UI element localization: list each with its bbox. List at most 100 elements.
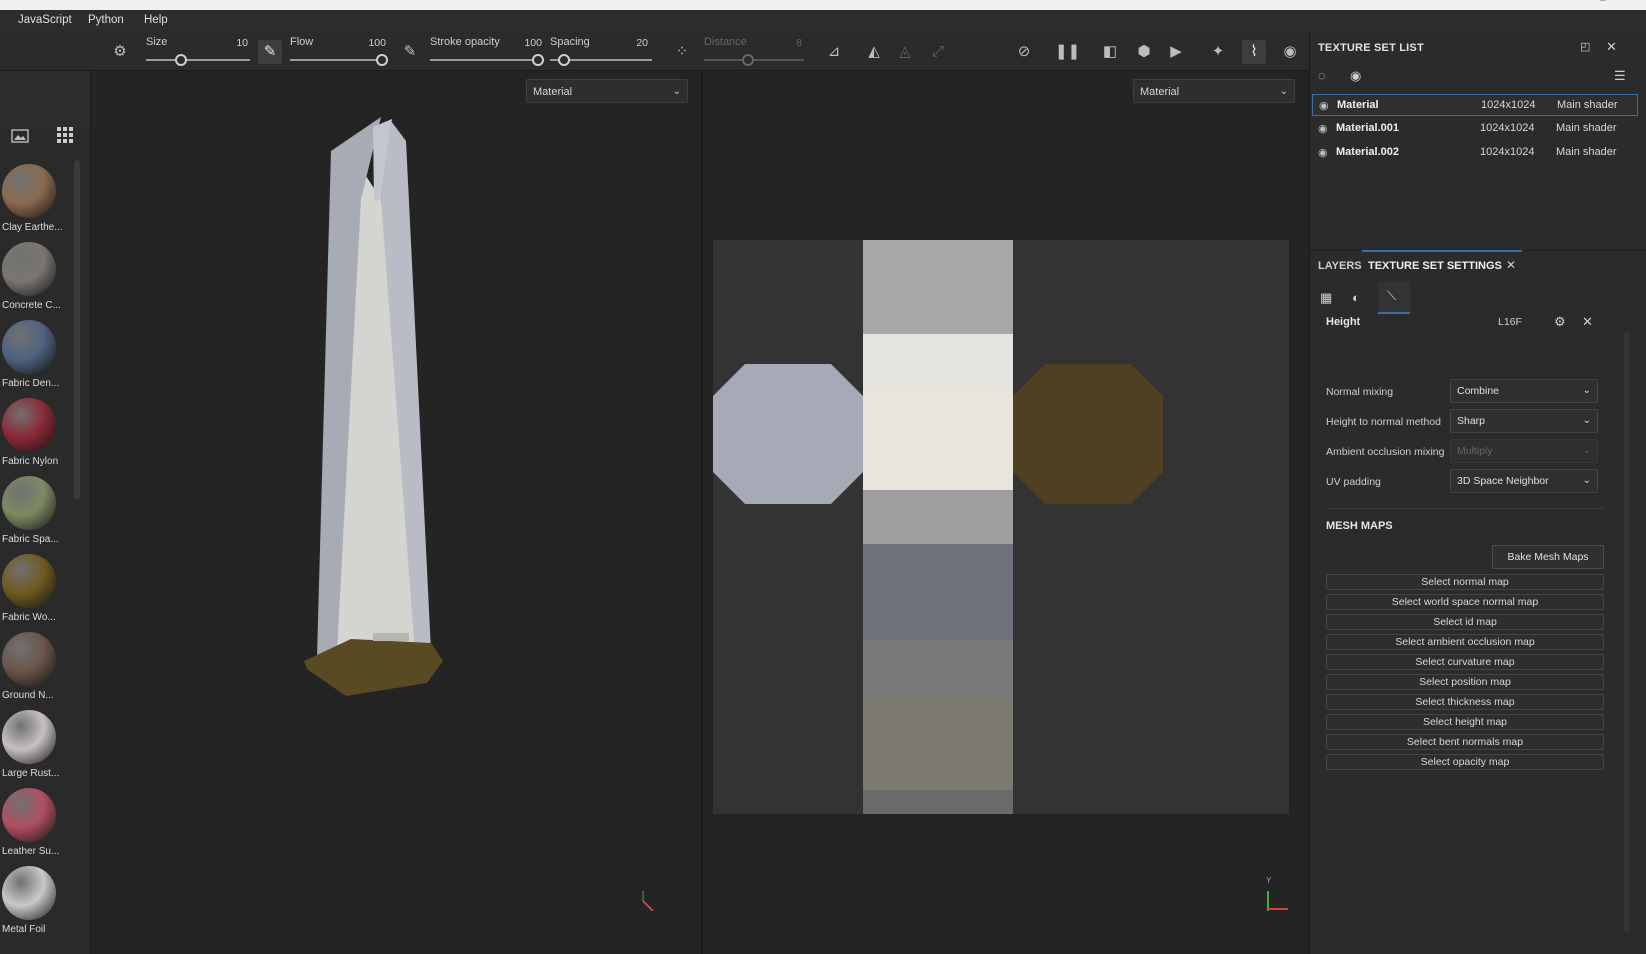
stroke-pen-icon[interactable]: ✎	[398, 40, 422, 64]
material-thumbnail[interactable]	[2, 398, 56, 452]
chevron-down-icon: ⌄	[1582, 415, 1591, 426]
flow-value[interactable]: 100	[356, 37, 386, 49]
transform-icon[interactable]: ⤢	[926, 40, 950, 64]
display-mode-icon[interactable]: ⬢	[1132, 40, 1156, 64]
eye-icon[interactable]: ◉	[1319, 99, 1329, 112]
height-to-normal-select[interactable]: Sharp ⌄	[1450, 409, 1598, 433]
mesh-map-select-button[interactable]: Select world space normal map	[1326, 594, 1604, 610]
image-icon[interactable]	[11, 128, 29, 147]
shelf-scrollbar[interactable]	[74, 160, 80, 500]
uv-tab-selected[interactable]: ⟍	[1378, 282, 1410, 314]
material-thumbnail[interactable]	[2, 320, 56, 374]
spacing-slider-handle[interactable]	[558, 54, 570, 66]
eye-icon[interactable]: ◉	[1318, 122, 1328, 135]
material-label: Fabric Spa...	[2, 534, 59, 545]
mesh-map-select-button[interactable]: Select normal map	[1326, 574, 1604, 590]
material-label: Ground N...	[2, 690, 54, 701]
mesh-map-select-button[interactable]: Select bent normals map	[1326, 734, 1604, 750]
menu-python[interactable]: Python	[88, 14, 124, 26]
texture-set-name: Material.001	[1336, 122, 1399, 134]
material-label: Leather Su...	[2, 846, 60, 857]
menu-icon[interactable]: ☰	[1614, 68, 1626, 84]
mesh-map-select-button[interactable]: Select position map	[1326, 674, 1604, 690]
stroke-opacity-slider[interactable]	[430, 59, 540, 61]
texture-set-row[interactable]: ◉ Material 1024x1024 Main shader	[1312, 94, 1638, 116]
texture-set-shader[interactable]: Main shader	[1556, 146, 1617, 158]
chevron-down-icon: ⌄	[1582, 445, 1591, 456]
mesh-map-select-button[interactable]: Select opacity map	[1326, 754, 1604, 770]
split-view-icon[interactable]: ◧	[1098, 40, 1122, 64]
flow-slider[interactable]	[290, 59, 386, 61]
mesh-map-select-button[interactable]: Select height map	[1326, 714, 1604, 730]
material-thumbnail[interactable]	[2, 788, 56, 842]
tab-texture-set-settings[interactable]: TEXTURE SET SETTINGS	[1368, 260, 1502, 272]
bake-tool-icon[interactable]: ✦	[1206, 40, 1230, 64]
size-value[interactable]: 10	[218, 37, 248, 49]
menu-help[interactable]: Help	[144, 14, 168, 26]
height-format[interactable]: L16F	[1498, 316, 1522, 328]
mesh-map-select-button[interactable]: Select curvature map	[1326, 654, 1604, 670]
normal-mixing-label: Normal mixing	[1326, 386, 1394, 398]
texture-set-shader[interactable]: Main shader	[1556, 122, 1617, 134]
eye-icon[interactable]: ◉	[1318, 146, 1328, 159]
material-thumbnail[interactable]	[2, 242, 56, 296]
float-panel-icon[interactable]: ◰	[1580, 40, 1590, 53]
size-slider[interactable]	[146, 59, 250, 61]
menu-javascript[interactable]: JavaScript	[18, 14, 72, 26]
normal-mixing-select[interactable]: Combine ⌄	[1450, 379, 1598, 403]
bake-mesh-maps-button[interactable]: Bake Mesh Maps	[1492, 545, 1604, 569]
viewport-2d[interactable]: Material ⌄ Y	[703, 71, 1309, 954]
screenshot-icon[interactable]: ◉	[1278, 40, 1302, 64]
stroke-opacity-slider-handle[interactable]	[532, 54, 544, 66]
texture-set-row[interactable]: ◉ Material.001 1024x1024 Main shader	[1312, 118, 1638, 140]
material-thumbnail[interactable]	[2, 710, 56, 764]
shelf-panel: ◰ ✕ Clay Earthe...Concrete C...Fabric De…	[0, 32, 91, 954]
eye-icon[interactable]: ◉	[1350, 68, 1361, 84]
pen-pressure-icon[interactable]: ✎	[258, 40, 282, 64]
stroke-opacity-label: Stroke opacity	[430, 36, 500, 48]
close-panel-icon[interactable]: ✕	[1606, 39, 1617, 55]
uv-padding-select[interactable]: 3D Space Neighbor ⌄	[1450, 469, 1598, 493]
symmetry-icon[interactable]: ◭	[862, 40, 886, 64]
size-slider-handle[interactable]	[175, 54, 187, 66]
viewport-3d[interactable]: Material ⌄	[91, 71, 701, 954]
alignment-icon[interactable]: ⊿	[822, 40, 846, 64]
hide-all-icon[interactable]: ◌	[1318, 68, 1326, 83]
brush-preset-icon[interactable]: ⚙	[108, 40, 132, 64]
texture-set-icon[interactable]: ▦	[1320, 290, 1332, 306]
grid-view-icon[interactable]	[56, 126, 74, 147]
material-thumbnail[interactable]	[2, 866, 56, 920]
flow-slider-handle[interactable]	[376, 54, 388, 66]
camera-icon[interactable]: ▶	[1164, 40, 1188, 64]
material-thumbnail[interactable]	[2, 164, 56, 218]
hide-ui-icon[interactable]: ⊘	[1012, 40, 1036, 64]
close-tab-icon[interactable]: ✕	[1506, 258, 1516, 272]
viewport-2d-material-select[interactable]: Material ⌄	[1133, 79, 1295, 103]
material-thumbnail[interactable]	[2, 554, 56, 608]
material-thumbnail[interactable]	[2, 476, 56, 530]
settings-gear-icon[interactable]: ⚙	[1554, 314, 1566, 330]
texture-set-resolution[interactable]: 1024x1024	[1480, 146, 1534, 158]
texture-set-list-title: TEXTURE SET LIST	[1318, 42, 1424, 54]
mesh-map-select-button[interactable]: Select ambient occlusion map	[1326, 634, 1604, 650]
stroke-opacity-value[interactable]: 100	[512, 37, 542, 49]
texture-set-row[interactable]: ◉ Material.002 1024x1024 Main shader	[1312, 142, 1638, 164]
symmetry-axis-icon[interactable]: ◬	[893, 40, 917, 64]
spacing-value[interactable]: 20	[618, 37, 648, 49]
minimize-icon[interactable]: –	[1600, 0, 1606, 6]
texture-set-resolution[interactable]: 1024x1024	[1480, 122, 1534, 134]
pause-icon[interactable]: ❚❚	[1055, 40, 1080, 64]
texture-set-shader[interactable]: Main shader	[1557, 99, 1618, 111]
distance-value: 8	[796, 37, 802, 49]
mesh-map-select-button[interactable]: Select id map	[1326, 614, 1604, 630]
uv-layout-2d	[713, 240, 1289, 814]
paint-brush-icon[interactable]: ⌇	[1242, 40, 1266, 64]
material-thumbnail[interactable]	[2, 632, 56, 686]
texture-set-resolution[interactable]: 1024x1024	[1481, 99, 1535, 111]
material-sphere-icon[interactable]: ◐	[1352, 290, 1360, 305]
tab-layers[interactable]: LAYERS	[1318, 260, 1362, 272]
lazy-mouse-icon[interactable]: ⁘	[670, 40, 694, 64]
panel-scrollbar[interactable]	[1624, 332, 1630, 932]
mesh-map-select-button[interactable]: Select thickness map	[1326, 694, 1604, 710]
remove-channel-icon[interactable]: ✕	[1582, 314, 1593, 330]
